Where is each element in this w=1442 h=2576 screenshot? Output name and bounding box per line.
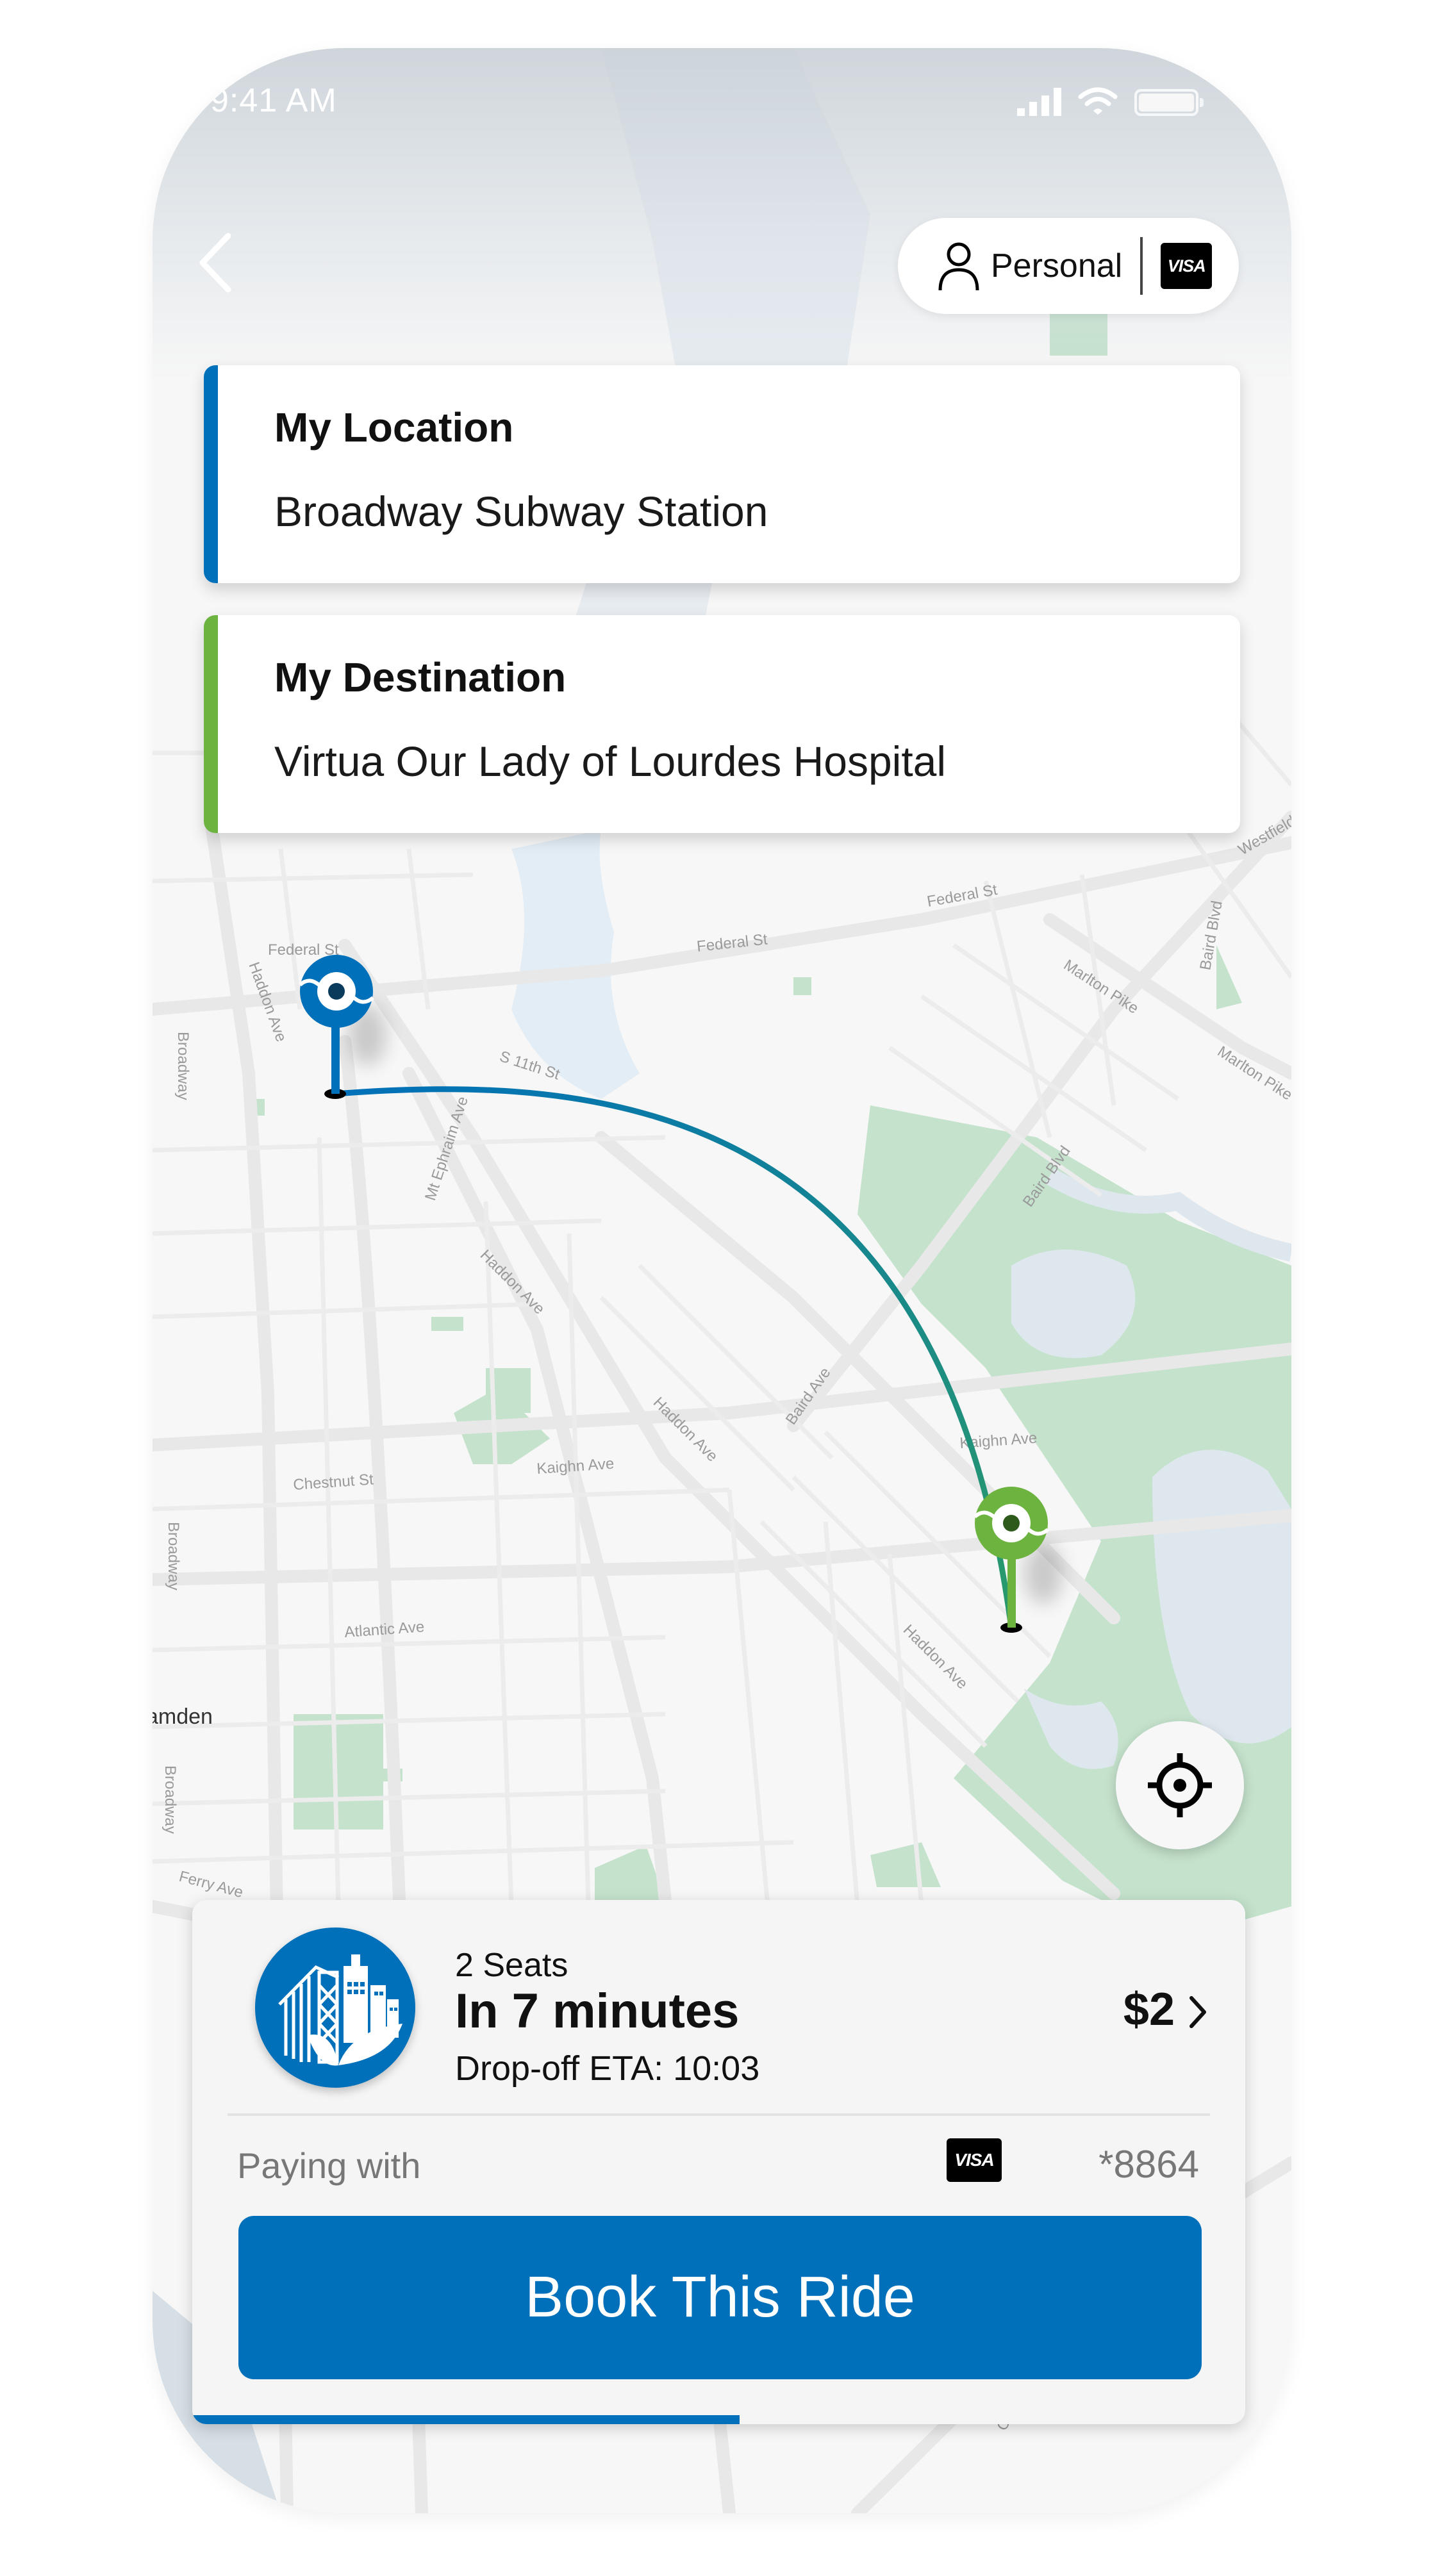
seats-count: 2 Seats bbox=[455, 1947, 568, 1984]
back-button[interactable] bbox=[188, 221, 245, 304]
account-selector[interactable]: Personal VISA bbox=[898, 218, 1239, 314]
card-last4[interactable]: *8864 bbox=[1098, 2142, 1199, 2186]
destination-card[interactable]: My Destination Virtua Our Lady of Lourde… bbox=[204, 615, 1240, 833]
battery-icon bbox=[1134, 89, 1204, 116]
locate-me-button[interactable] bbox=[1116, 1721, 1244, 1849]
ride-price[interactable]: $2 bbox=[1123, 1983, 1175, 2036]
map-label: Broadway bbox=[162, 1765, 179, 1834]
dropoff-eta: Drop-off ETA: 10:03 bbox=[455, 2049, 760, 2088]
progress-bar bbox=[192, 2415, 1245, 2424]
map-label: Broadway bbox=[174, 1032, 192, 1100]
map-label: Broadway bbox=[165, 1522, 182, 1590]
visa-card-icon[interactable]: VISA bbox=[947, 2138, 1002, 2182]
visa-card-icon: VISA bbox=[1161, 243, 1213, 289]
book-ride-button[interactable]: Book This Ride bbox=[238, 2216, 1202, 2379]
account-label: Personal bbox=[991, 247, 1123, 285]
origin-value: Broadway Subway Station bbox=[274, 488, 768, 535]
origin-accent-bar bbox=[204, 365, 218, 583]
signal-icon bbox=[1017, 88, 1061, 116]
divider bbox=[228, 2113, 1210, 2116]
progress-fill bbox=[192, 2415, 740, 2424]
status-time: 9:41 AM bbox=[210, 82, 337, 119]
destination-title: My Destination bbox=[274, 654, 567, 700]
destination-value: Virtua Our Lady of Lourdes Hospital bbox=[274, 738, 947, 785]
chevron-right-icon[interactable] bbox=[1182, 1986, 1214, 2038]
status-bar: 9:41 AM bbox=[153, 48, 1291, 157]
wifi-icon bbox=[1078, 87, 1118, 115]
origin-card[interactable]: My Location Broadway Subway Station bbox=[204, 365, 1240, 583]
origin-title: My Location bbox=[274, 404, 514, 450]
chevron-left-icon bbox=[199, 233, 231, 293]
map-label-city: amden bbox=[153, 1705, 213, 1729]
divider bbox=[1140, 237, 1143, 295]
city-bridge-leaf-logo-icon bbox=[255, 1928, 415, 2088]
destination-accent-bar bbox=[204, 615, 218, 833]
ride-summary-sheet: 2 Seats In 7 minutes Drop-off ETA: 10:03… bbox=[192, 1900, 1245, 2424]
paying-with-label: Paying with bbox=[237, 2145, 421, 2186]
phone-screen: Federal St Federal St Federal St Haddon … bbox=[153, 48, 1291, 2513]
person-icon bbox=[938, 242, 979, 291]
crosshair-icon bbox=[1148, 1753, 1212, 1817]
pickup-eta: In 7 minutes bbox=[455, 1984, 740, 2038]
